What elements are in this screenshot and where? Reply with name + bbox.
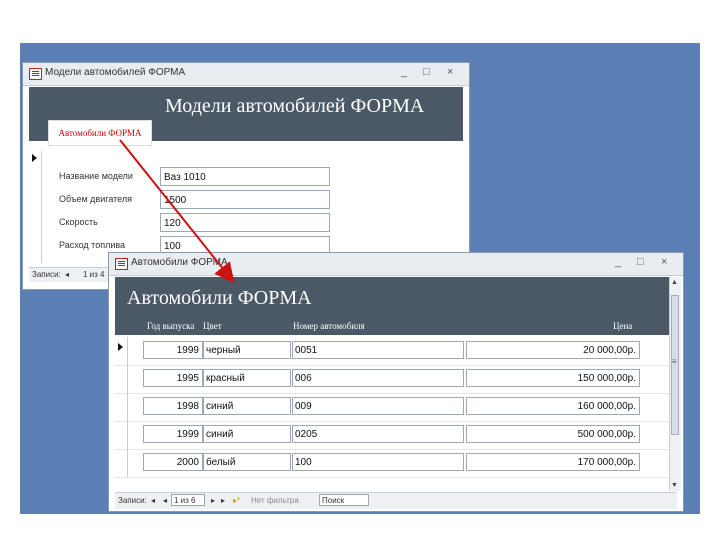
arrow-line [119,139,235,284]
link-arrow [119,139,235,284]
